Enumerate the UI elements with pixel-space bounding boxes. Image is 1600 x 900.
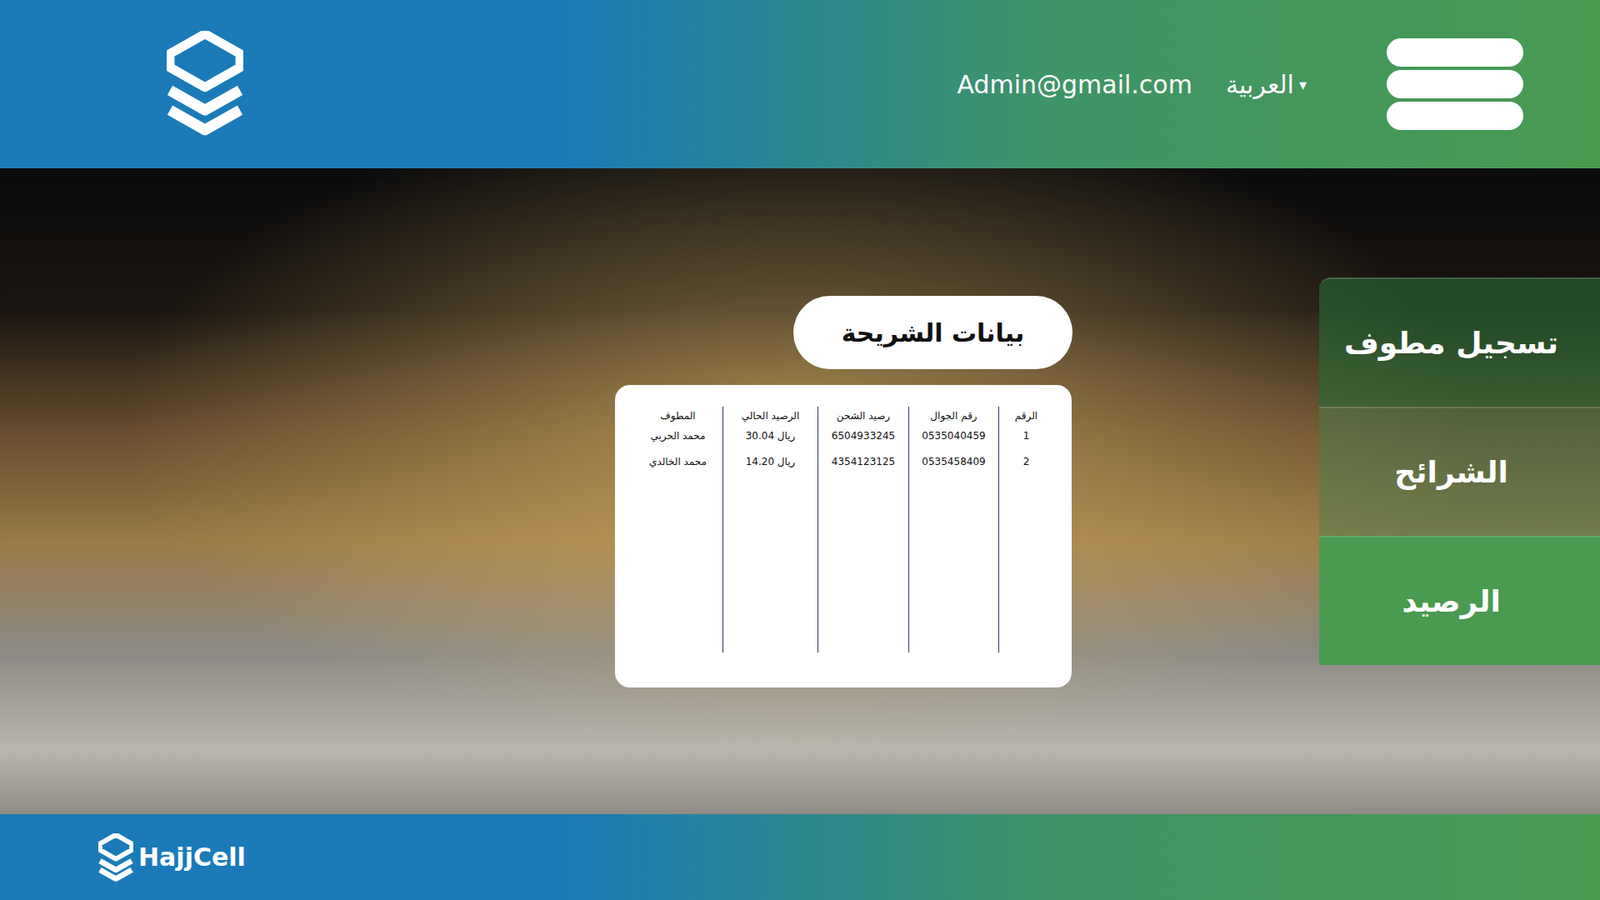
brand-name: HajjCell xyxy=(138,842,246,872)
table: الرقم 12 رقم الجوال 05350404590535458409 رصي… xyxy=(633,406,1054,653)
background-photo: بيانات الشريحة الرقم 12 رقم الجوال 053504045… xyxy=(0,168,1600,815)
column-header: المطوف xyxy=(660,410,695,422)
menu-button[interactable] xyxy=(1386,38,1524,130)
sidebar-item[interactable]: الرصيد xyxy=(1319,535,1600,665)
user-email: Admin@gmail.com xyxy=(956,70,1193,100)
table-cell: ريال 30.04 xyxy=(745,430,796,456)
table-cell: ريال 14.20 xyxy=(745,455,796,482)
table-column: الرصيد الحالي ريال 30.04ريال 14.20 xyxy=(722,406,818,653)
table-cell: 0535458409 xyxy=(921,455,985,482)
sidebar-item[interactable]: الشرائح xyxy=(1319,406,1600,536)
table-card: الرقم 12 رقم الجوال 05350404590535458409 رصي… xyxy=(615,385,1072,688)
caret-icon: ▾ xyxy=(1299,75,1307,94)
table-cell: 1 xyxy=(1023,430,1030,456)
page: Admin@gmail.com ▾العربية بيانات الشريحة الر… xyxy=(0,0,1600,900)
table-cell: 6504933245 xyxy=(831,430,895,456)
footer: HajjCell xyxy=(0,814,1600,900)
table-cell: 4354123125 xyxy=(831,455,895,482)
logo-icon xyxy=(166,30,244,138)
panel: بيانات الشريحة الرقم 12 رقم الجوال 053504045… xyxy=(615,168,1072,815)
logo[interactable] xyxy=(166,30,247,139)
table-cell: 0535040459 xyxy=(921,430,985,456)
menu-line-icon xyxy=(1386,38,1524,67)
panel-title: بيانات الشريحة xyxy=(793,295,1073,370)
column-header: الرقم xyxy=(1015,410,1038,422)
header: Admin@gmail.com ▾العربية xyxy=(0,0,1600,169)
menu-line-icon xyxy=(1386,70,1524,99)
table-column: المطوف محمد الحربيمحمد الخالدي xyxy=(633,406,723,653)
column-header: رقم الجوال xyxy=(930,410,977,422)
table-column: رصيد الشحن 65049332454354123125 xyxy=(817,406,909,653)
table-cell: 2 xyxy=(1023,455,1030,482)
sidebar-item[interactable]: تسجيل مطوف xyxy=(1319,277,1600,407)
sidebar: تسجيل مطوفالشرائحالرصيد xyxy=(1319,168,1600,815)
language-label: العربية xyxy=(1225,70,1295,100)
table-column: رقم الجوال 05350404590535458409 xyxy=(908,406,999,653)
table-cell: محمد الحربي xyxy=(650,430,706,456)
menu-line-icon xyxy=(1386,101,1524,130)
column-header: رصيد الشحن xyxy=(836,410,890,422)
table-cell: محمد الخالدي xyxy=(649,455,707,482)
language-select[interactable]: ▾العربية xyxy=(1225,70,1307,100)
footer-logo: HajjCell xyxy=(98,833,246,882)
logo-icon xyxy=(98,833,134,882)
table-column: الرقم 12 xyxy=(998,406,1054,653)
column-header: الرصيد الحالي xyxy=(741,410,800,422)
